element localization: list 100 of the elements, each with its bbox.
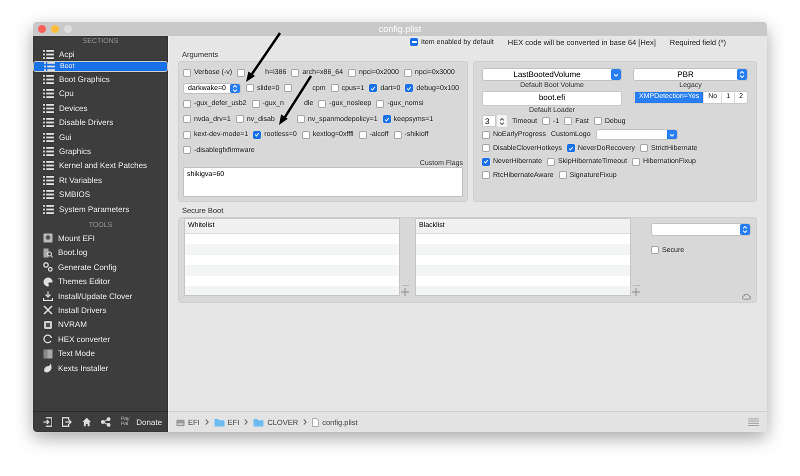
drive-icon xyxy=(176,418,185,426)
checkbox[interactable] xyxy=(253,130,262,139)
checkbox[interactable] xyxy=(564,117,572,126)
sidebar-item[interactable]: Acpi xyxy=(33,47,168,62)
disk-icon xyxy=(43,233,53,244)
sidebar-item[interactable]: Gui xyxy=(33,130,168,144)
palette-icon xyxy=(43,276,53,287)
download-icon xyxy=(43,291,53,302)
checkbox[interactable] xyxy=(369,84,378,92)
checkbox[interactable] xyxy=(183,68,191,77)
checkbox[interactable] xyxy=(404,68,412,77)
checkbox[interactable] xyxy=(482,171,490,180)
checkbox[interactable] xyxy=(246,84,254,92)
import-icon[interactable] xyxy=(43,417,52,427)
checkbox[interactable] xyxy=(547,158,556,166)
sidebar-item[interactable]: Generate Config xyxy=(33,260,168,274)
sidebar-item[interactable]: Devices xyxy=(33,101,168,116)
stepper-icon xyxy=(737,69,747,80)
gears-icon xyxy=(43,262,53,272)
checkbox[interactable] xyxy=(482,158,490,166)
legacy-select[interactable]: PBR xyxy=(632,68,748,81)
stepper-icon xyxy=(740,224,750,235)
sidebar-item[interactable]: Graphics xyxy=(33,144,168,159)
checkbox[interactable] xyxy=(252,100,260,108)
checkbox[interactable] xyxy=(640,144,648,152)
file-icon xyxy=(312,418,320,426)
checkbox[interactable] xyxy=(542,117,550,126)
list-icon xyxy=(43,147,54,156)
list-icon xyxy=(43,176,54,185)
caret-icon xyxy=(666,130,677,140)
checkbox[interactable] xyxy=(410,38,418,46)
donate-button[interactable]: Donate xyxy=(136,418,162,426)
menu-icon[interactable] xyxy=(748,418,759,426)
refresh-icon xyxy=(43,334,53,344)
caret-icon xyxy=(610,69,621,80)
checkbox[interactable] xyxy=(482,144,490,152)
checkbox[interactable] xyxy=(566,144,575,152)
sidebar-item[interactable]: Install/Update Clover xyxy=(33,288,168,304)
chevron-icon xyxy=(303,419,308,425)
checkbox[interactable] xyxy=(482,130,490,139)
checkbox[interactable] xyxy=(348,68,356,77)
checkbox[interactable] xyxy=(183,100,191,108)
chevron-icon xyxy=(244,419,248,425)
sidebar-item[interactable]: Rt Variables xyxy=(33,173,168,188)
sidebar-item[interactable]: Boot.log xyxy=(33,246,168,260)
boot-volume-select[interactable]: LastBootedVolume xyxy=(482,68,622,81)
sidebar-item[interactable]: System Parameters xyxy=(33,202,168,216)
checkbox[interactable] xyxy=(183,130,191,139)
checkbox[interactable] xyxy=(291,68,300,77)
add-button[interactable] xyxy=(401,288,409,296)
list-icon xyxy=(43,89,54,98)
share-icon[interactable] xyxy=(101,417,111,427)
sidebar-item[interactable]: Text Mode xyxy=(33,346,168,361)
sidebar-item[interactable]: SMBIOS xyxy=(33,188,168,202)
close-button[interactable] xyxy=(38,25,46,33)
checkbox[interactable] xyxy=(284,84,292,92)
sidebar-item[interactable]: Boot Graphics xyxy=(33,72,168,87)
chip-icon xyxy=(43,320,53,330)
checkbox[interactable] xyxy=(405,84,414,92)
sidebar-item[interactable]: HEX converter xyxy=(33,332,168,346)
export-icon[interactable] xyxy=(62,417,72,427)
checkbox[interactable] xyxy=(296,115,305,124)
sidebar-item[interactable]: Install Drivers xyxy=(33,303,168,318)
sidebar-item[interactable]: Mount EFI xyxy=(33,231,168,246)
sidebar-item[interactable]: NVRAM xyxy=(33,318,168,332)
cloud-icon[interactable] xyxy=(742,293,751,300)
home-icon[interactable] xyxy=(82,417,92,427)
timeout-field[interactable]: 3 xyxy=(482,115,496,128)
list-icon xyxy=(43,204,54,214)
sidebar-item[interactable]: Kexts Installer xyxy=(33,360,168,376)
checkbox[interactable] xyxy=(183,115,191,124)
add-button[interactable] xyxy=(632,288,640,296)
checkbox[interactable] xyxy=(376,100,384,108)
checkbox[interactable] xyxy=(183,146,191,154)
sidebar-item[interactable]: Themes Editor xyxy=(33,274,168,289)
list-icon xyxy=(43,104,54,113)
checkbox[interactable] xyxy=(394,130,402,139)
checkbox[interactable] xyxy=(237,68,246,77)
list-icon xyxy=(43,161,54,170)
custom-logo-select[interactable] xyxy=(596,129,678,140)
checkbox[interactable] xyxy=(382,115,391,124)
default-loader-field[interactable]: boot.efi xyxy=(482,91,622,106)
list-icon xyxy=(43,50,54,59)
list-icon xyxy=(44,62,55,72)
checkbox[interactable] xyxy=(632,158,640,166)
checkbox[interactable] xyxy=(358,130,367,139)
checkbox[interactable] xyxy=(318,100,326,108)
sidebar-item[interactable]: Kernel and Kext Patches xyxy=(33,158,168,174)
checkbox[interactable] xyxy=(302,130,310,139)
checkbox[interactable] xyxy=(594,117,602,126)
secure-boot-select[interactable] xyxy=(651,223,751,236)
sidebar-item[interactable]: Disable Drivers xyxy=(33,116,168,130)
text-page-icon xyxy=(43,348,53,359)
checkbox[interactable] xyxy=(558,171,567,180)
sidebar-item[interactable]: Cpu xyxy=(33,86,168,102)
checkbox[interactable] xyxy=(330,84,339,92)
stepper-icon xyxy=(230,84,240,93)
list-icon xyxy=(43,190,54,200)
checkbox[interactable] xyxy=(651,246,659,254)
checkbox[interactable] xyxy=(236,115,244,124)
